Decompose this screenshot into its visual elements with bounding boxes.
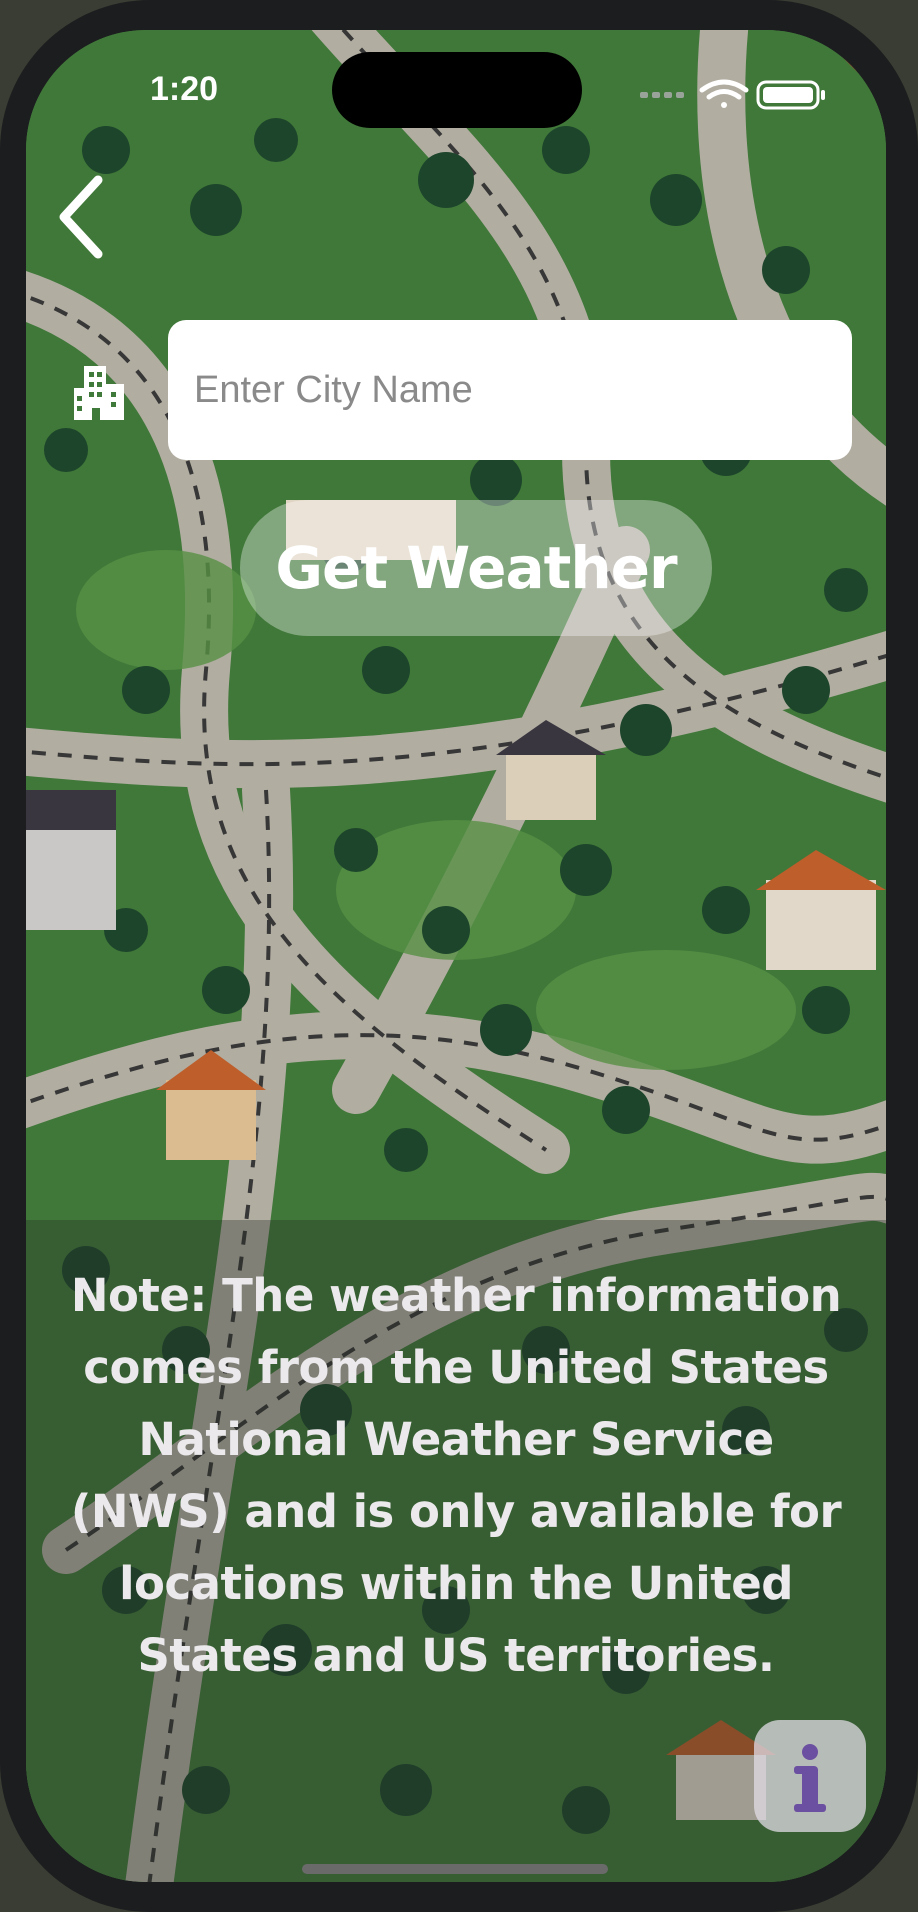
nws-disclaimer-text: Note: The weather information comes from… [70,1269,842,1682]
get-weather-button[interactable]: Get Weather [240,500,712,636]
dynamic-island [332,52,582,128]
wifi-icon [699,79,749,108]
city-name-input[interactable] [168,320,852,460]
city-buildings-icon [74,366,124,420]
info-icon [794,1744,826,1812]
info-button[interactable] [754,1720,866,1832]
chevron-left-icon [59,175,103,259]
back-button[interactable] [48,172,118,262]
status-time: 1:20 [150,70,219,108]
status-icons [640,79,825,110]
battery-icon [756,80,825,110]
home-indicator[interactable] [302,1864,608,1874]
device-frame: 1:20 DEBUG Enter City Name Get Weather N… [0,0,918,1912]
app-screen: 1:20 DEBUG Enter City Name Get Weather N… [26,30,886,1882]
signal-icon [640,92,684,98]
